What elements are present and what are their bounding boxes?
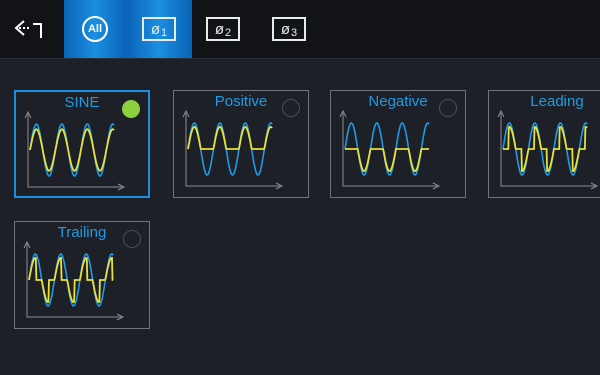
output-wave: [503, 125, 588, 173]
phase-3-icon: ø3: [272, 17, 306, 41]
phase-symbol-icon: ø: [150, 20, 161, 38]
output-wave: [187, 125, 273, 150]
output-wave: [345, 148, 429, 173]
back-button[interactable]: [10, 12, 50, 46]
waveform-card-positive[interactable]: Positive: [173, 90, 309, 198]
select-radio[interactable]: [123, 230, 141, 248]
all-phases-icon: All: [82, 16, 108, 42]
tab-phase-2-label: 2: [225, 27, 232, 39]
selected-indicator: [122, 100, 140, 118]
output-wave: [28, 256, 114, 304]
phase-symbol-icon: ø: [214, 20, 225, 38]
tab-phase-1-label: 1: [161, 27, 168, 39]
waveform-card-title: Leading: [530, 93, 584, 110]
select-radio[interactable]: [282, 99, 300, 117]
waveform-card-leading[interactable]: Leading: [488, 90, 600, 198]
tab-phase-2[interactable]: ø2: [196, 0, 250, 58]
tab-phase-1[interactable]: ø1: [126, 0, 192, 58]
phase-symbol-icon: ø: [280, 20, 291, 38]
waveform-card-trailing[interactable]: Trailing: [14, 221, 150, 329]
tab-phase-3[interactable]: ø3: [262, 0, 316, 58]
tab-all-phases[interactable]: All: [64, 0, 126, 58]
back-arrow-icon: [14, 20, 42, 38]
select-radio[interactable]: [439, 99, 457, 117]
phase-2-icon: ø2: [206, 17, 240, 41]
phase-1-icon: ø1: [142, 17, 176, 41]
tab-phase-3-label: 3: [291, 27, 298, 39]
waveform-card-sine[interactable]: SINE: [14, 90, 150, 198]
top-toolbar: All ø1 ø2 ø3: [0, 0, 600, 59]
waveform-card-negative[interactable]: Negative: [330, 90, 466, 198]
tab-all-label: All: [87, 23, 103, 35]
output-wave: [29, 128, 115, 172]
